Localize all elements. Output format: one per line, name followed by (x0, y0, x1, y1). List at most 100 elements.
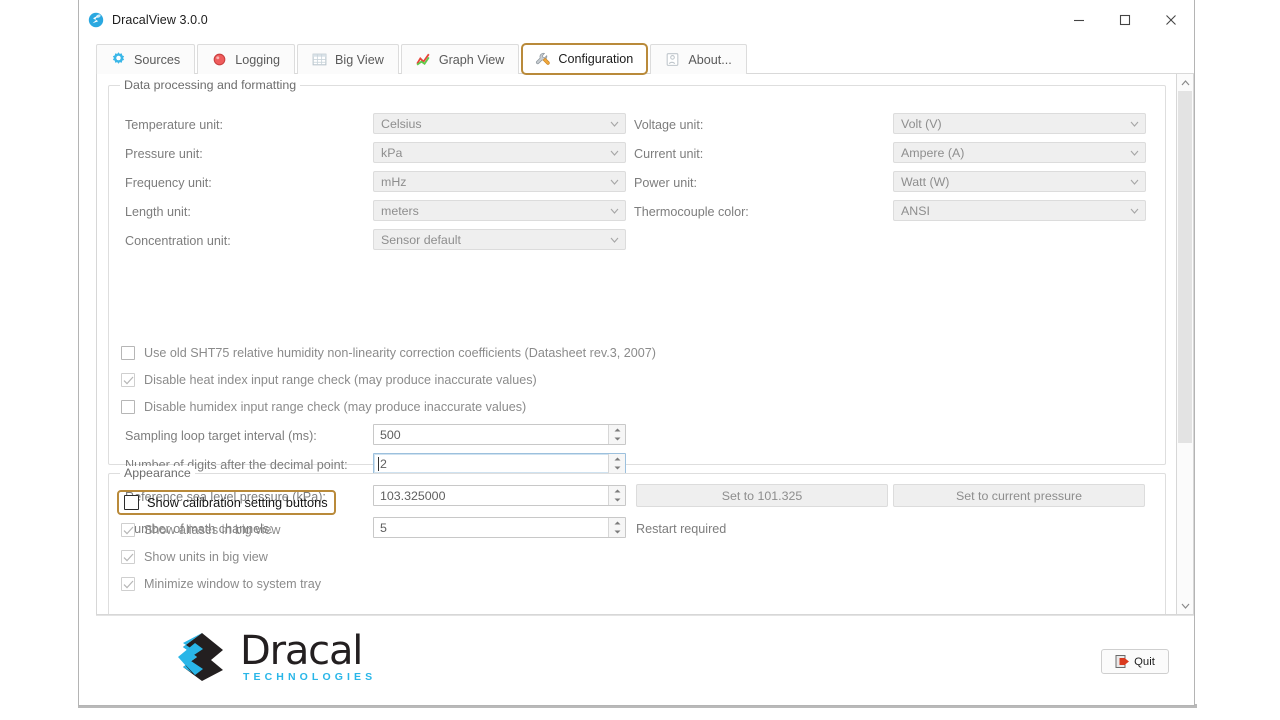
spinner-down-icon[interactable] (609, 464, 625, 474)
tab-label: Configuration (558, 52, 634, 66)
record-dot-icon (213, 53, 226, 66)
combo-concentration-unit[interactable]: Sensor default (373, 229, 626, 250)
combo-value: Ampere (A) (901, 145, 965, 160)
chevron-down-icon (1125, 150, 1143, 156)
combo-value: Sensor default (381, 232, 461, 247)
wrench-icon (536, 52, 551, 65)
scrollbar-track[interactable] (1177, 91, 1193, 597)
label-temperature-unit: Temperature unit: (125, 118, 224, 132)
group-data-processing: Data processing and formatting Temperatu… (108, 78, 1166, 538)
spinner-value: 2 (374, 454, 608, 473)
spinner-decimal-digits[interactable]: 2 (373, 453, 626, 474)
group-title: Appearance (120, 466, 195, 480)
spinner-down-icon[interactable] (609, 435, 625, 445)
chevron-down-icon (605, 179, 623, 185)
footer-bar: Dracal TECHNOLOGIES Quit (96, 615, 1194, 705)
checkbox-label: Show calibration setting buttons (147, 495, 328, 510)
spinner-sampling-interval[interactable]: 500 (373, 424, 626, 445)
checkbox-row-show-calibration-buttons[interactable]: Show calibration setting buttons (117, 490, 336, 515)
checkbox-label: Disable humidex input range check (may p… (144, 400, 527, 414)
check-icon (123, 526, 133, 534)
title-bar: DracalView 3.0.0 (79, 0, 1194, 40)
window-title: DracalView 3.0.0 (112, 12, 208, 27)
combo-power-unit[interactable]: Watt (W) (893, 171, 1146, 192)
label-concentration-unit: Concentration unit: (125, 234, 231, 248)
combo-thermocouple-color[interactable]: ANSI (893, 200, 1146, 221)
close-icon[interactable] (1148, 1, 1194, 39)
checkbox-row-minimize-to-tray[interactable]: Minimize window to system tray (121, 577, 321, 591)
brand-name: Dracal (240, 628, 363, 675)
combo-value: Volt (V) (901, 116, 942, 131)
tab-about[interactable]: About... (650, 44, 747, 74)
group-title: Data processing and formatting (120, 78, 301, 92)
chevron-down-icon (605, 121, 623, 127)
configuration-panel: Data processing and formatting Temperatu… (79, 74, 1194, 615)
label-current-unit: Current unit: (634, 147, 704, 161)
grid-table-icon (312, 53, 327, 66)
scroll-area: Data processing and formatting Temperatu… (96, 74, 1177, 615)
label-pressure-unit: Pressure unit: (125, 147, 203, 161)
chevron-down-icon (605, 237, 623, 243)
combo-length-unit[interactable]: meters (373, 200, 626, 221)
check-icon (123, 580, 133, 588)
combo-current-unit[interactable]: Ampere (A) (893, 142, 1146, 163)
tab-big-view[interactable]: Big View (297, 44, 399, 74)
chevron-down-icon (1125, 179, 1143, 185)
checkbox-label: Minimize window to system tray (144, 577, 322, 591)
tab-label: About... (688, 52, 732, 67)
checkbox-label: Show aliases in big view (144, 523, 281, 537)
checkbox-box[interactable] (121, 523, 135, 537)
spinner-buttons[interactable] (608, 454, 625, 473)
tab-sources[interactable]: Sources (96, 44, 196, 74)
combo-value: mHz (381, 174, 407, 189)
dracal-wordmark: Dracal TECHNOLOGIES (240, 631, 376, 683)
checkbox-row-sht75[interactable]: Use old SHT75 relative humidity non-line… (121, 346, 656, 360)
tab-label: Sources (134, 52, 181, 67)
combo-value: kPa (381, 145, 403, 160)
checkbox-row-show-units[interactable]: Show units in big view (121, 550, 268, 564)
spinner-buttons[interactable] (608, 425, 625, 444)
chevron-down-icon[interactable] (1177, 597, 1193, 614)
tab-logging[interactable]: Logging (197, 44, 296, 74)
quit-label: Quit (1134, 655, 1155, 668)
maximize-icon[interactable] (1102, 1, 1148, 39)
label-frequency-unit: Frequency unit: (125, 176, 212, 190)
checkbox-row-humidex[interactable]: Disable humidex input range check (may p… (121, 400, 526, 414)
vertical-scrollbar[interactable] (1177, 74, 1194, 615)
scrollbar-thumb[interactable] (1178, 91, 1192, 443)
checkbox-row-show-aliases[interactable]: Show aliases in big view (121, 523, 281, 537)
combo-frequency-unit[interactable]: mHz (373, 171, 626, 192)
checkbox-box[interactable] (121, 373, 135, 387)
checkbox-box[interactable] (124, 495, 139, 510)
tab-label: Big View (335, 52, 384, 67)
tab-graph-view[interactable]: Graph View (400, 44, 520, 74)
checkbox-row-heat-index[interactable]: Disable heat index input range check (ma… (121, 373, 537, 387)
minimize-icon[interactable] (1056, 1, 1102, 39)
checkbox-box[interactable] (121, 577, 135, 591)
checkbox-label: Disable heat index input range check (ma… (144, 373, 537, 387)
quit-button[interactable]: Quit (1101, 649, 1169, 674)
tab-configuration[interactable]: Configuration (521, 43, 649, 75)
gear-icon (112, 52, 125, 64)
checkbox-box[interactable] (121, 346, 135, 360)
dracal-logo: Dracal TECHNOLOGIES (175, 631, 376, 683)
spinner-up-icon[interactable] (609, 454, 625, 464)
checkbox-box[interactable] (121, 400, 135, 414)
application-window: DracalView 3.0.0 Sources Logging Big Vie… (78, 0, 1195, 706)
checkbox-label: Use old SHT75 relative humidity non-line… (144, 346, 656, 360)
combo-pressure-unit[interactable]: kPa (373, 142, 626, 163)
combo-temperature-unit[interactable]: Celsius (373, 113, 626, 134)
combo-value: Celsius (381, 116, 422, 131)
checkbox-box[interactable] (121, 550, 135, 564)
spinner-up-icon[interactable] (609, 425, 625, 435)
combo-value: meters (381, 203, 419, 218)
label-power-unit: Power unit: (634, 176, 697, 190)
group-appearance: Appearance Show calibration setting butt… (108, 466, 1166, 614)
chevron-down-icon (605, 150, 623, 156)
chevron-up-icon[interactable] (1177, 74, 1193, 91)
combo-voltage-unit[interactable]: Volt (V) (893, 113, 1146, 134)
dracal-logo-mark (178, 633, 223, 681)
tab-bar: Sources Logging Big View Graph View Conf… (79, 40, 1194, 75)
tab-label: Graph View (438, 52, 505, 67)
label-voltage-unit: Voltage unit: (634, 118, 704, 132)
